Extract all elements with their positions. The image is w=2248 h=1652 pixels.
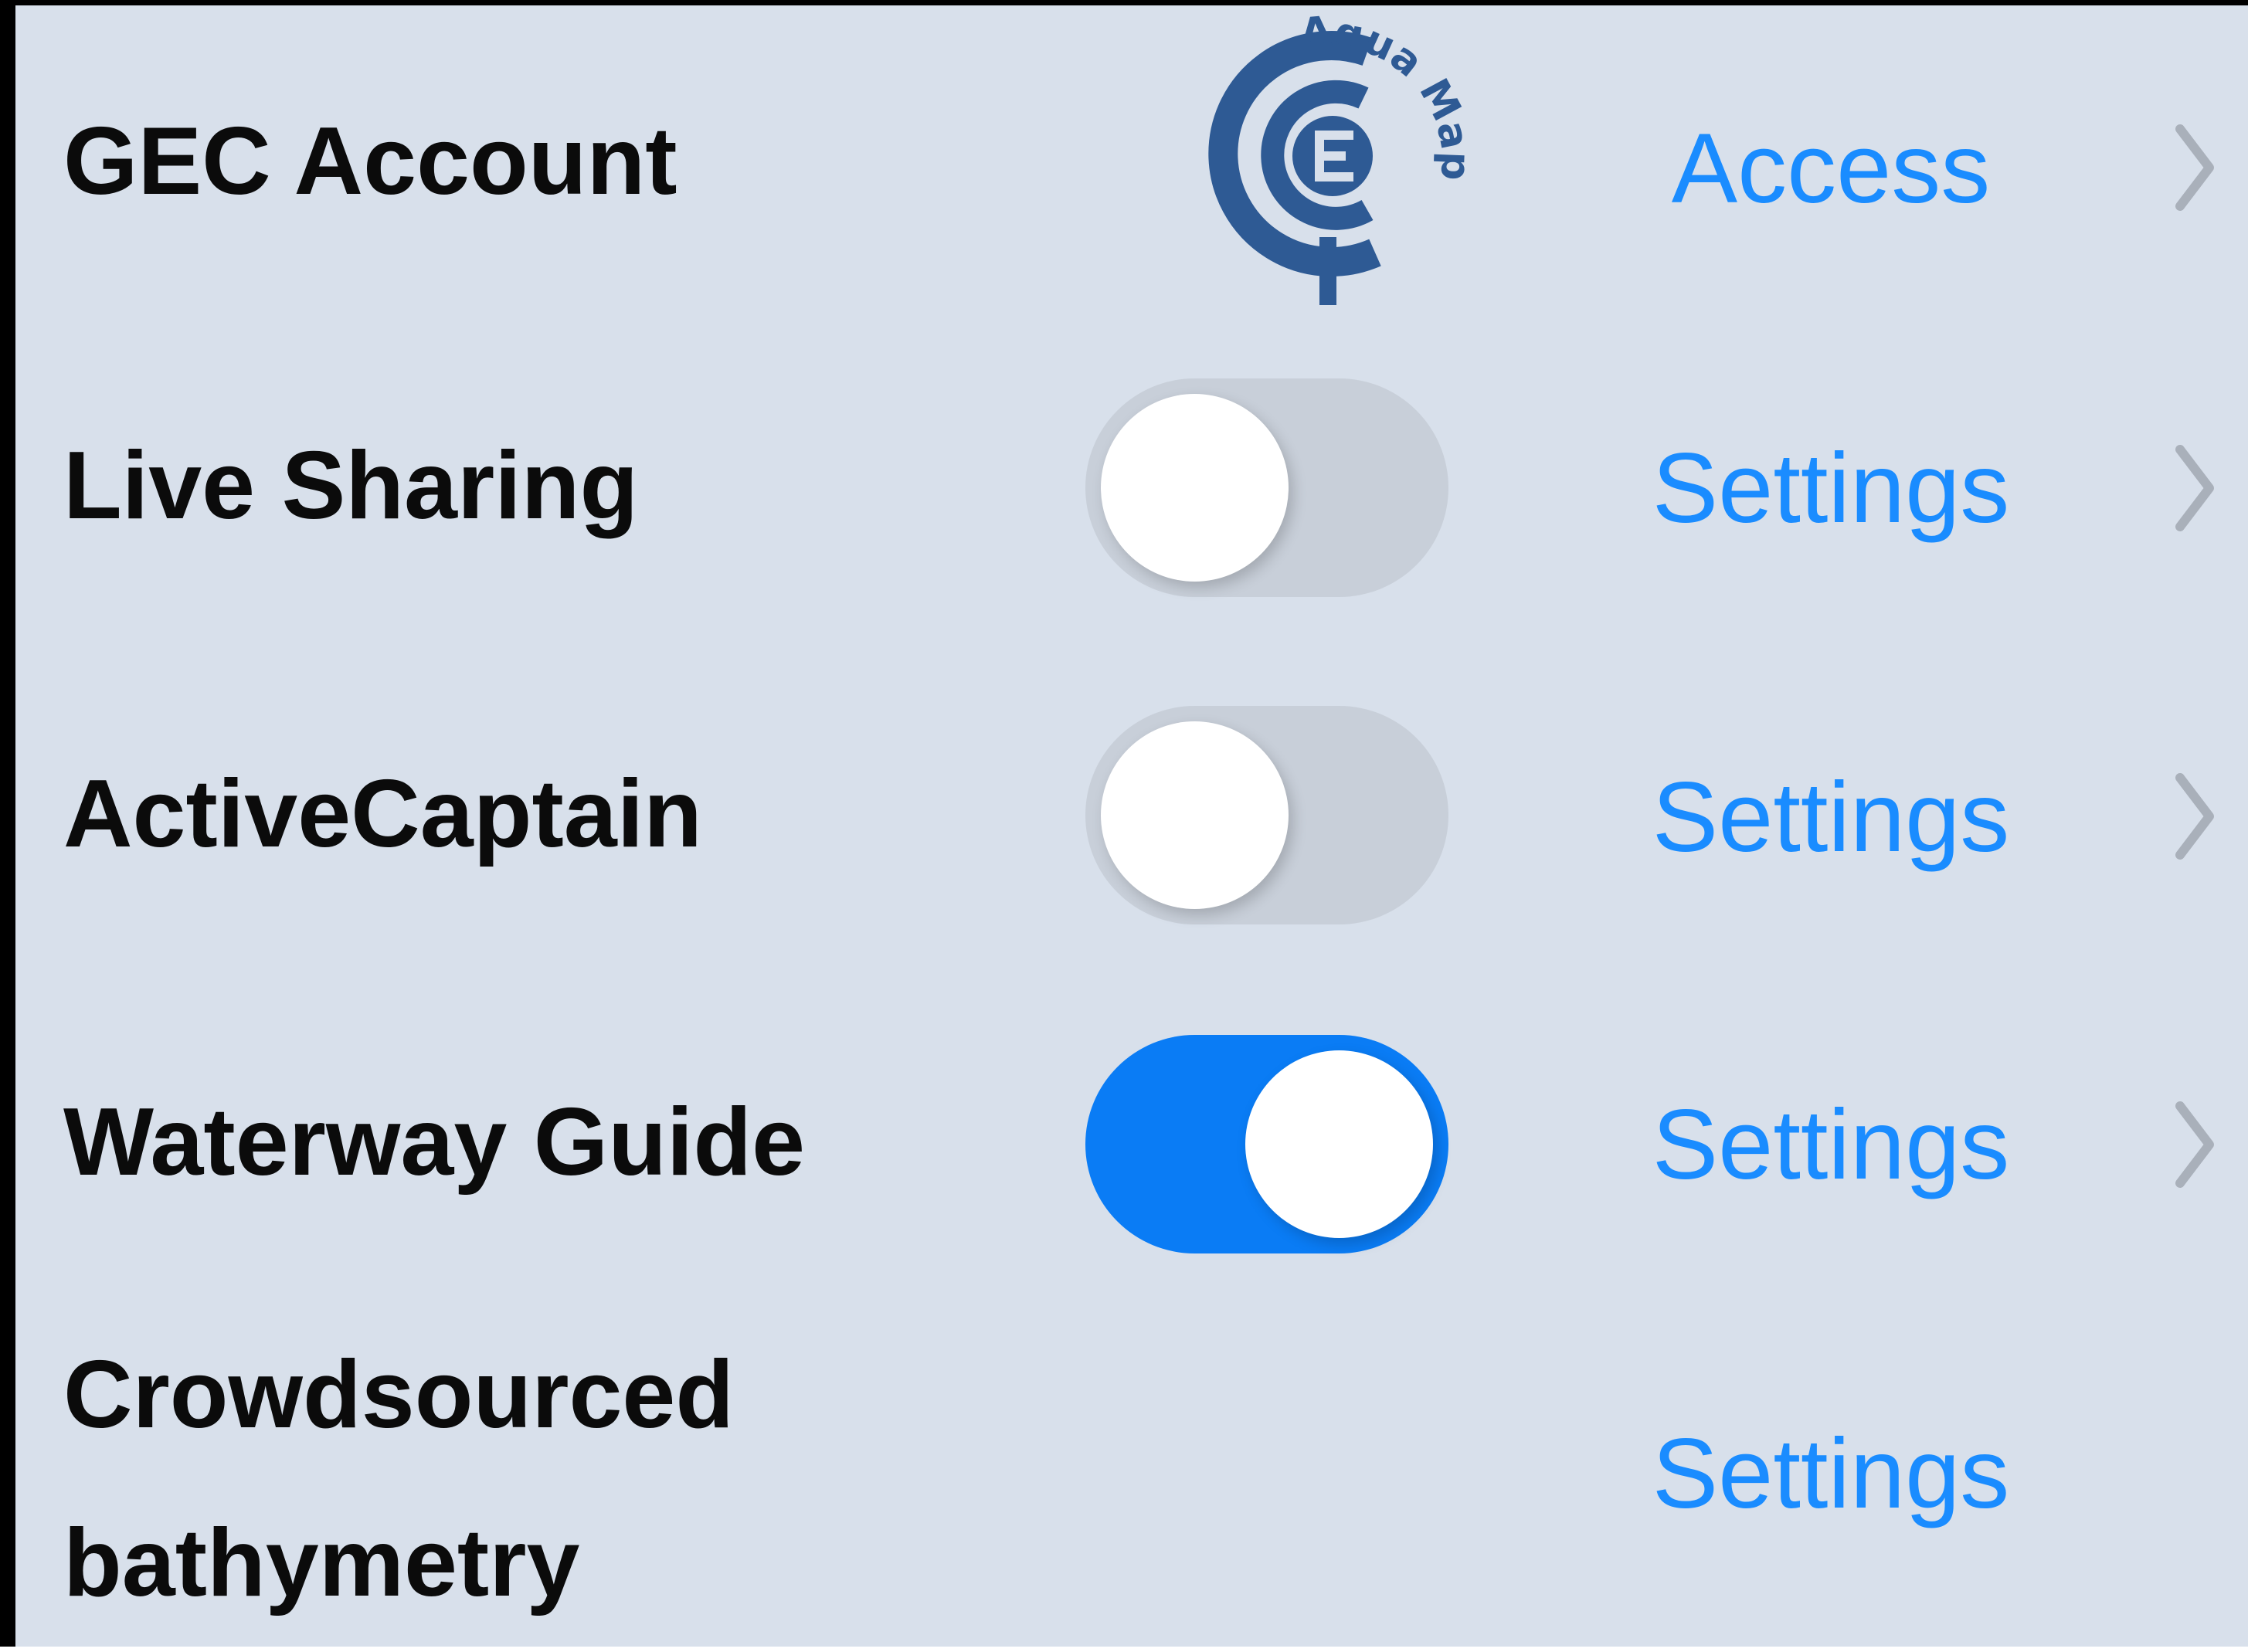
chevron-right-icon xyxy=(2175,1101,2214,1188)
crowdsourced-bathymetry-settings-link[interactable]: Settings xyxy=(1622,1425,2039,1524)
waterway-guide-toggle[interactable] xyxy=(1085,1035,1448,1253)
gec-account-label: GEC Account xyxy=(63,108,677,215)
access-link[interactable]: Access xyxy=(1622,120,2039,219)
crowdsourced-bathymetry-label: Crowdsourced bathymetry xyxy=(63,1342,735,1616)
toggle-knob xyxy=(1101,394,1289,582)
live-sharing-toggle[interactable] xyxy=(1085,378,1448,597)
aqua-map-logo: Aqua Map xyxy=(1208,8,1468,305)
chevron-right-icon xyxy=(2175,124,2214,211)
activecaptain-label: ActiveCaptain xyxy=(63,761,702,867)
chevron-right-icon xyxy=(2175,773,2214,860)
live-sharing-row: Live Sharing Settings xyxy=(15,330,2248,662)
settings-panel: GEC Account Aqua Map Access Liv xyxy=(0,0,2248,1647)
activecaptain-settings-link[interactable]: Settings xyxy=(1622,768,2039,867)
toggle-knob xyxy=(1245,1050,1433,1238)
chevron-right-icon xyxy=(2175,445,2214,531)
waterway-guide-row: Waterway Guide Settings xyxy=(15,986,2248,1311)
waterway-guide-settings-link[interactable]: Settings xyxy=(1622,1096,2039,1195)
live-sharing-settings-link[interactable]: Settings xyxy=(1622,439,2039,538)
waterway-guide-label: Waterway Guide xyxy=(63,1089,806,1196)
activecaptain-row: ActiveCaptain Settings xyxy=(15,662,2248,986)
live-sharing-label: Live Sharing xyxy=(63,433,639,539)
toggle-knob xyxy=(1101,721,1289,909)
activecaptain-toggle[interactable] xyxy=(1085,706,1448,924)
gec-account-row[interactable]: GEC Account Aqua Map Access xyxy=(15,5,2248,330)
crowdsourced-bathymetry-row: Crowdsourced bathymetry Settings xyxy=(15,1311,2248,1652)
